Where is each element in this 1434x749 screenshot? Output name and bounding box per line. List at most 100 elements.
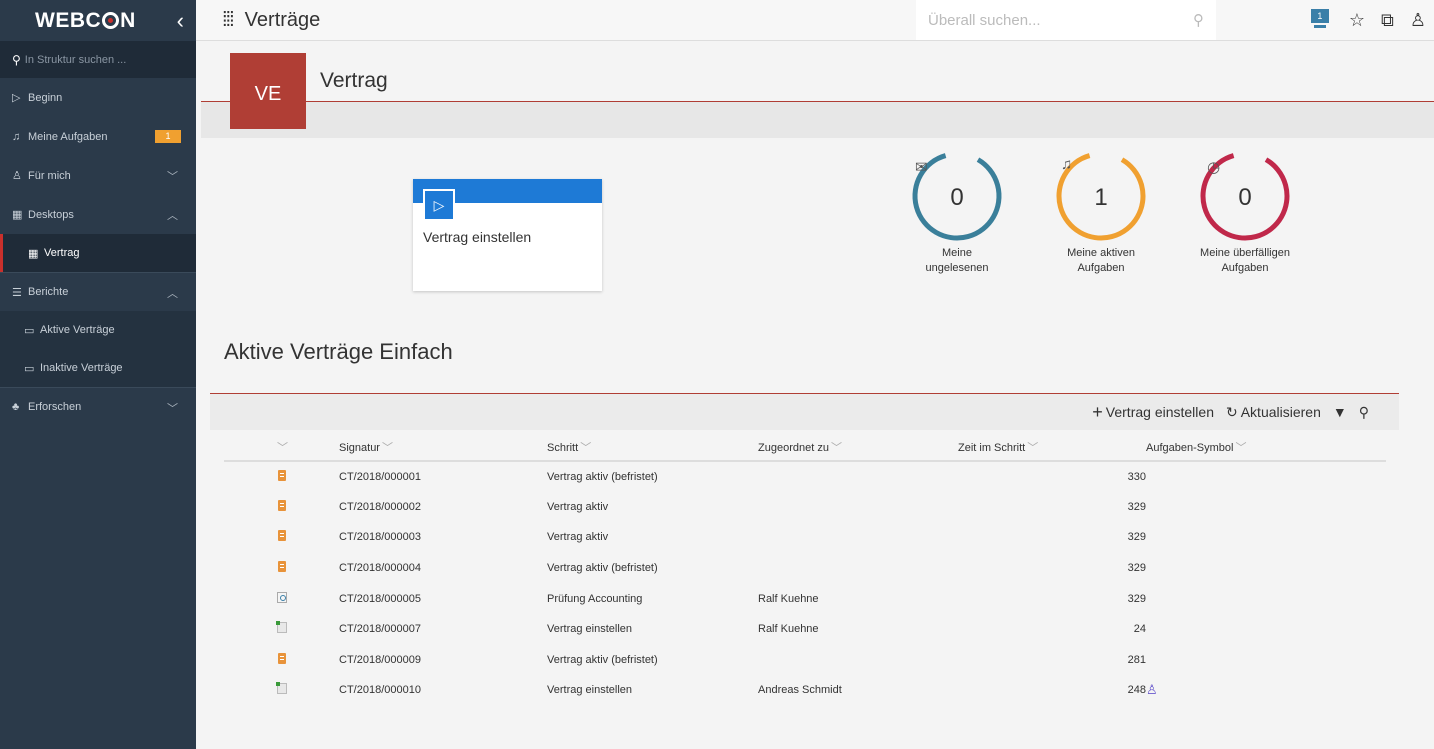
notification-count: 1: [1310, 9, 1329, 23]
envelope-icon: ✉: [915, 159, 928, 176]
star-icon[interactable]: ☆: [1349, 10, 1365, 31]
search-icon[interactable]: ⚲: [1359, 404, 1369, 421]
signatur-link[interactable]: CT/2018/000005: [339, 583, 547, 614]
sidebar-item-beginn[interactable]: ▷ Beginn: [0, 78, 196, 117]
edit-desktop-icon[interactable]: ⧉: [1381, 10, 1394, 31]
signatur-link[interactable]: CT/2018/000009: [339, 645, 547, 676]
sidebar-item-fur-mich[interactable]: ♙ Für mich ﹀: [0, 156, 196, 195]
sidebar-item-inaktive-vertraege[interactable]: ▭ Inaktive Verträge: [0, 349, 196, 387]
filter-icon[interactable]: ▼: [1333, 404, 1347, 420]
refresh-button[interactable]: ↻ Aktualisieren: [1226, 404, 1321, 421]
desktop-icon: ▦: [28, 247, 39, 260]
select-column-header[interactable]: ﹀: [224, 433, 339, 462]
chevron-down-icon: ﹀: [830, 441, 842, 454]
report-icon: ☰: [12, 286, 22, 299]
sidebar-item-aktive-vertraege[interactable]: ▭ Aktive Verträge: [0, 311, 196, 349]
notifications-button[interactable]: 1: [1310, 9, 1333, 31]
sidebar-item-erforschen[interactable]: ♣ Erforschen ﹀: [0, 387, 196, 426]
new-document-icon: [275, 621, 287, 634]
overdue-tasks-label: Meine überfälligen Aufgaben: [1185, 246, 1305, 276]
column-header-zugeordnet[interactable]: Zugeordnet zu ﹀: [758, 433, 958, 462]
zugeordnet-cell: [758, 553, 958, 584]
structure-search-input[interactable]: ⚲ In Struktur suchen ...: [0, 41, 196, 78]
sidebar-item-vertrag[interactable]: ▦ Vertrag: [0, 234, 196, 272]
report-title: Aktive Verträge Einfach: [224, 339, 453, 364]
zeit-cell: 329: [1127, 500, 1146, 513]
search-icon[interactable]: ⚲: [1193, 11, 1204, 29]
zeit-cell: 248: [1127, 684, 1146, 697]
unread-count: 0: [950, 184, 963, 211]
report-list-icon: ▭: [24, 324, 35, 337]
bell-icon: ♫: [12, 130, 21, 143]
column-header-aufgaben-symbol[interactable]: Aufgaben-Symbol ﹀: [1146, 433, 1386, 462]
table-row[interactable]: CT/2018/000001 Vertrag aktiv (befristet) 3…: [224, 461, 1386, 492]
table-row[interactable]: CT/2018/000005 Prüfung Accounting Ralf Kue…: [224, 583, 1386, 614]
start-workflow-tile[interactable]: ▷ Vertrag einstellen: [413, 179, 602, 291]
signatur-link[interactable]: CT/2018/000007: [339, 614, 547, 645]
webcon-logo[interactable]: WEBC N: [35, 9, 136, 33]
document-icon: [277, 561, 286, 573]
active-tasks-count: 1: [1094, 184, 1107, 211]
logo-o-icon: [102, 12, 120, 29]
zeit-cell: 329: [1127, 562, 1146, 575]
table-header-row: ﹀ Signatur ﹀ Schritt ﹀ Zugeordnet zu ﹀ Zeit…: [224, 433, 1386, 462]
sidebar-item-berichte[interactable]: ☰ Berichte ︿: [0, 272, 196, 311]
assigned-person-icon[interactable]: ♙: [1146, 682, 1158, 697]
table-row[interactable]: CT/2018/000007 Vertrag einstellen Ralf Kue…: [224, 614, 1386, 645]
chevron-up-icon[interactable]: ︿: [167, 207, 178, 223]
table-row[interactable]: CT/2018/000010 Vertrag einstellen Andreas …: [224, 675, 1386, 706]
sidebar-item-label: Aktive Verträge: [40, 324, 115, 336]
table-row[interactable]: CT/2018/000003 Vertrag aktiv 329: [224, 522, 1386, 553]
zugeordnet-cell: [758, 461, 958, 492]
logo-text-end: N: [120, 8, 136, 32]
schritt-cell: Vertrag aktiv (befristet): [547, 653, 658, 666]
column-header-zeit[interactable]: Zeit im Schritt ﹀: [958, 433, 1146, 462]
task-symbol-cell: [1146, 583, 1386, 614]
global-search-input[interactable]: Überall suchen... ⚲: [916, 0, 1216, 40]
zugeordnet-cell: Andreas Schmidt: [758, 684, 842, 697]
zeit-cell: 329: [1127, 531, 1146, 544]
column-header-signatur[interactable]: Signatur ﹀: [339, 433, 547, 462]
active-tasks-label-line2: Aufgaben: [1077, 262, 1125, 274]
chevron-down-icon[interactable]: ﹀: [167, 400, 178, 416]
chevron-down-icon: ﹀: [277, 441, 288, 454]
global-search-placeholder: Überall suchen...: [928, 11, 1041, 29]
task-count-badge: 1: [155, 130, 181, 143]
schritt-cell: Prüfung Accounting: [547, 592, 643, 605]
signatur-link[interactable]: CT/2018/000004: [339, 553, 547, 584]
person-icon: ♙: [12, 170, 22, 182]
signatur-link[interactable]: CT/2018/000003: [339, 522, 547, 553]
refresh-label: Aktualisieren: [1240, 404, 1321, 420]
sidebar-item-desktops[interactable]: ▦ Desktops ︿: [0, 195, 196, 234]
tile-label: Vertrag einstellen: [423, 229, 532, 245]
collapse-sidebar-icon[interactable]: ‹: [177, 8, 184, 34]
app-launcher-icon[interactable]: ⁞⁞⁞: [222, 9, 235, 32]
table-row[interactable]: CT/2018/000004 Vertrag aktiv (befristet) 3…: [224, 553, 1386, 584]
zeit-cell: 24: [1133, 623, 1146, 636]
sidebar-item-meine-aufgaben[interactable]: ♫ Meine Aufgaben 1: [0, 117, 196, 156]
row-icon-cell: [224, 492, 339, 523]
add-contract-button[interactable]: + Vertrag einstellen: [1092, 402, 1214, 423]
signatur-link[interactable]: CT/2018/000001: [339, 461, 547, 492]
zugeordnet-cell: Ralf Kuehne: [758, 623, 819, 636]
column-header-schritt[interactable]: Schritt ﹀: [547, 433, 758, 462]
logo-bar: WEBC N ‹: [0, 0, 196, 41]
unread-counter[interactable]: 0 ✉ Meine ungelesenen: [897, 148, 1017, 276]
user-icon[interactable]: ♙: [1410, 10, 1426, 31]
chevron-down-icon[interactable]: ﹀: [167, 168, 178, 184]
app-title: Verträge: [244, 8, 321, 31]
table-row[interactable]: CT/2018/000002 Vertrag aktiv 329: [224, 492, 1386, 523]
overdue-tasks-label-line2: Aufgaben: [1221, 262, 1269, 274]
task-symbol-cell: [1146, 553, 1386, 584]
top-bar: ⁞⁞⁞ Verträge Überall suchen... ⚲ 1 ☆ ⧉ ♙: [196, 0, 1434, 41]
document-icon: [277, 499, 286, 511]
sidebar-item-label: Desktops: [28, 208, 74, 221]
signatur-link[interactable]: CT/2018/000002: [339, 492, 547, 523]
overdue-tasks-counter[interactable]: 0 ◷ Meine überfälligen Aufgaben: [1185, 148, 1305, 276]
chevron-up-icon[interactable]: ︿: [167, 285, 178, 301]
zugeordnet-cell: [758, 522, 958, 553]
signatur-link[interactable]: CT/2018/000010: [339, 675, 547, 706]
table-row[interactable]: CT/2018/000009 Vertrag aktiv (befristet) 2…: [224, 645, 1386, 676]
active-tasks-counter[interactable]: 1 ♫ Meine aktiven Aufgaben: [1041, 148, 1161, 276]
chevron-down-icon: ﹀: [1235, 441, 1247, 454]
